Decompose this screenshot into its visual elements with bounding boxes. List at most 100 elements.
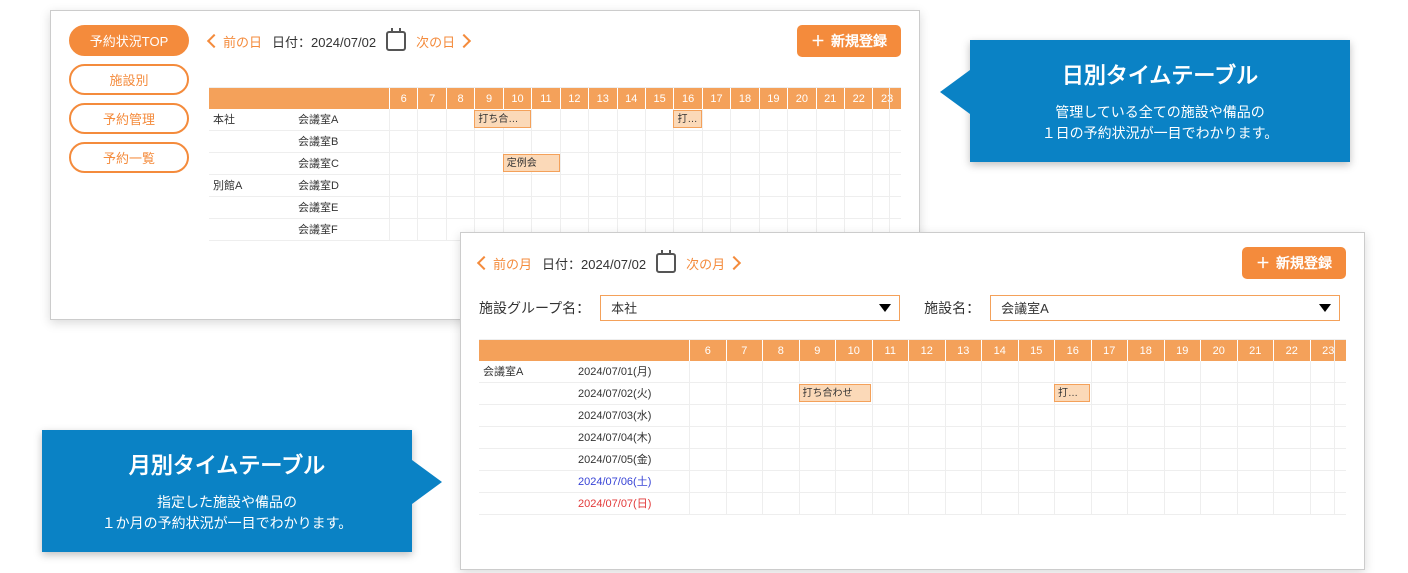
timetable-cell[interactable]: [1091, 493, 1128, 514]
timetable-cell[interactable]: [945, 405, 982, 426]
timetable-cell[interactable]: [1091, 471, 1128, 492]
timetable-cell[interactable]: [617, 131, 645, 152]
timetable-cell[interactable]: [702, 175, 730, 196]
timetable-cell[interactable]: [1127, 405, 1164, 426]
timetable-cell[interactable]: [908, 493, 945, 514]
timetable-cell[interactable]: [799, 427, 836, 448]
timetable-cell[interactable]: [1164, 471, 1201, 492]
timetable-cell[interactable]: [645, 109, 673, 130]
timetable-cell[interactable]: [1273, 383, 1310, 404]
timetable-cell[interactable]: [617, 153, 645, 174]
sidebar-item-reservation-manage[interactable]: 予約管理: [69, 103, 189, 134]
timetable-cell[interactable]: [872, 449, 909, 470]
timetable-cell[interactable]: [799, 405, 836, 426]
timetable-cell[interactable]: [762, 493, 799, 514]
prev-day-link[interactable]: 前の日: [209, 32, 262, 51]
timetable-cell[interactable]: [1164, 427, 1201, 448]
timetable-cell[interactable]: [835, 427, 872, 448]
timetable-cell[interactable]: [389, 153, 417, 174]
timetable-cell[interactable]: [762, 427, 799, 448]
timetable-cell[interactable]: [1200, 361, 1237, 382]
timetable-cell[interactable]: [1127, 471, 1164, 492]
timetable-cell[interactable]: [872, 383, 909, 404]
timetable-cell[interactable]: [617, 109, 645, 130]
timetable-cell[interactable]: [702, 197, 730, 218]
timetable-cell[interactable]: [726, 427, 763, 448]
timetable-cell[interactable]: [1127, 493, 1164, 514]
timetable-cell[interactable]: [689, 361, 726, 382]
timetable-cell[interactable]: [872, 427, 909, 448]
calendar-icon[interactable]: [656, 253, 676, 273]
timetable-cell[interactable]: [908, 449, 945, 470]
timetable-cell[interactable]: [787, 175, 815, 196]
timetable-cell[interactable]: [446, 175, 474, 196]
timetable-cell[interactable]: [799, 449, 836, 470]
timetable-cell[interactable]: [1018, 383, 1055, 404]
timetable-cell[interactable]: [787, 197, 815, 218]
timetable-cell[interactable]: [981, 383, 1018, 404]
timetable-cell[interactable]: [446, 197, 474, 218]
facility-name-select[interactable]: 会議室A: [990, 295, 1340, 321]
timetable-cell[interactable]: [531, 109, 559, 130]
timetable-cell[interactable]: [1054, 493, 1091, 514]
timetable-cell[interactable]: [560, 153, 588, 174]
timetable-cell[interactable]: [474, 131, 502, 152]
timetable-cell[interactable]: [908, 427, 945, 448]
timetable-cell[interactable]: [689, 383, 726, 404]
next-day-link[interactable]: 次の日: [416, 32, 469, 51]
timetable-cell[interactable]: [1200, 471, 1237, 492]
timetable-cell[interactable]: [1237, 405, 1274, 426]
timetable-cell[interactable]: [872, 493, 909, 514]
timetable-cell[interactable]: [1164, 361, 1201, 382]
booking-block[interactable]: 打ち…: [673, 110, 701, 128]
timetable-cell[interactable]: [872, 361, 909, 382]
timetable-cell[interactable]: [560, 197, 588, 218]
timetable-cell[interactable]: [835, 471, 872, 492]
timetable-cell[interactable]: [844, 175, 872, 196]
timetable-cell[interactable]: [531, 175, 559, 196]
timetable-cell[interactable]: [1237, 471, 1274, 492]
timetable-cell[interactable]: [1164, 405, 1201, 426]
timetable-cell[interactable]: [474, 197, 502, 218]
timetable-cell[interactable]: [762, 449, 799, 470]
booking-block[interactable]: 打ち合わせ: [474, 110, 531, 128]
timetable-cell[interactable]: [389, 131, 417, 152]
timetable-cell[interactable]: [645, 153, 673, 174]
timetable-cell[interactable]: [617, 197, 645, 218]
timetable-cell[interactable]: [872, 405, 909, 426]
timetable-cell[interactable]: [759, 197, 787, 218]
timetable-cell[interactable]: [945, 361, 982, 382]
timetable-cell[interactable]: [1164, 449, 1201, 470]
timetable-cell[interactable]: [816, 175, 844, 196]
timetable-cell[interactable]: [981, 471, 1018, 492]
timetable-cell[interactable]: [835, 493, 872, 514]
timetable-cell[interactable]: [1018, 427, 1055, 448]
timetable-cell[interactable]: [702, 153, 730, 174]
timetable-cell[interactable]: [726, 405, 763, 426]
timetable-cell[interactable]: [844, 153, 872, 174]
timetable-cell[interactable]: [1091, 427, 1128, 448]
timetable-cell[interactable]: [726, 471, 763, 492]
timetable-cell[interactable]: [730, 109, 758, 130]
timetable-cell[interactable]: [981, 405, 1018, 426]
timetable-cell[interactable]: [787, 131, 815, 152]
sidebar-item-reservation-list[interactable]: 予約一覧: [69, 142, 189, 173]
timetable-cell[interactable]: [945, 449, 982, 470]
timetable-cell[interactable]: [417, 131, 445, 152]
timetable-cell[interactable]: [844, 197, 872, 218]
timetable-cell[interactable]: [759, 109, 787, 130]
booking-block[interactable]: 打ち…: [1054, 384, 1090, 402]
timetable-cell[interactable]: [762, 361, 799, 382]
timetable-cell[interactable]: [726, 493, 763, 514]
timetable-cell[interactable]: [730, 153, 758, 174]
timetable-cell[interactable]: [1237, 449, 1274, 470]
timetable-cell[interactable]: [787, 153, 815, 174]
timetable-cell[interactable]: [588, 109, 616, 130]
timetable-cell[interactable]: [762, 471, 799, 492]
timetable-cell[interactable]: [1200, 449, 1237, 470]
timetable-cell[interactable]: [799, 493, 836, 514]
timetable-cell[interactable]: [560, 131, 588, 152]
timetable-cell[interactable]: [908, 361, 945, 382]
timetable-cell[interactable]: [689, 471, 726, 492]
timetable-cell[interactable]: [1273, 405, 1310, 426]
